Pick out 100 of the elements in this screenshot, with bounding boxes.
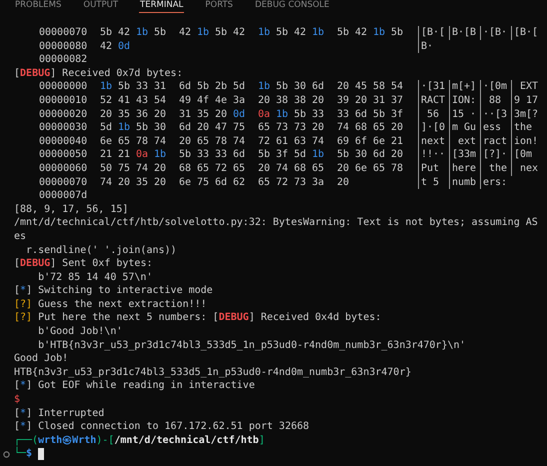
ascii-chunk: the [480, 162, 511, 176]
hex-byte: 6d [179, 121, 191, 135]
panel-tab[interactable]: PORTS [204, 0, 234, 13]
ascii-chunk: ion! [511, 134, 542, 148]
hex-byte: 5b [136, 121, 148, 135]
hex-byte: 38 [294, 94, 306, 108]
terminal-line: /mnt/d/technical/ctf/htb/solvelotto.py:32: BytesWarning: Text is not bytes; assuming AS [14, 216, 539, 230]
ascii-chunk: 9 17 [511, 94, 542, 108]
hex-byte: 1b [258, 80, 270, 94]
hex-offset: 00000050 [39, 148, 88, 162]
hex-byte: 20 [337, 80, 349, 94]
hex-byte: 54 [154, 94, 166, 108]
hex-byte: 33 [197, 148, 209, 162]
hex-byte: 5b [258, 148, 270, 162]
ascii-chunk: B· [418, 40, 449, 54]
hex-byte: 50 [100, 162, 112, 176]
hex-byte: 5b [276, 26, 288, 40]
terminal-line: ┌──(wrth㉿Wrth)-[/mnt/d/technical/ctf/htb] [14, 434, 266, 446]
hex-byte: 73 [294, 121, 306, 135]
hex-byte: 74 [100, 176, 112, 190]
hex-byte: 5b [118, 80, 130, 94]
hex-byte: 31 [373, 94, 385, 108]
hex-byte: 1b [373, 26, 385, 40]
terminal-line: b'HTB{n3v3r_u53_pr3d1c74bl3_533d5_1n_p53ud0-r4nd0m_numb3r_63n3r470r}\n' [37, 338, 467, 352]
circle-icon [3, 450, 10, 458]
hex-byte: 0d [233, 108, 245, 122]
ascii-chunk: B·[B [449, 26, 480, 40]
hex-byte: 72 [258, 134, 270, 148]
hex-byte: 0a [258, 108, 270, 122]
ascii-chunk: here [449, 162, 480, 176]
hex-byte: 69 [337, 134, 349, 148]
hex-byte: 41 [118, 94, 130, 108]
hex-offset: 00000070 [39, 26, 88, 40]
terminal-line: [DEBUG] Received 0x7d bytes: [14, 66, 184, 80]
hex-byte: 6d [373, 148, 385, 162]
ascii-chunk: [B·[ [511, 26, 542, 40]
hex-byte: 61 [276, 134, 288, 148]
hex-byte: 5b [373, 108, 385, 122]
hex-byte: 20 [179, 134, 191, 148]
hex-byte: 5b [100, 26, 112, 40]
hex-byte: 65 [312, 162, 324, 176]
panel-tab[interactable]: DEBUG CONSOLE [254, 0, 330, 13]
hex-byte: 1b [276, 108, 288, 122]
hex-offset: 00000070 [39, 176, 88, 190]
hex-byte: 5b [215, 26, 227, 40]
hex-byte: 65 [373, 162, 385, 176]
hex-byte: 5b [391, 26, 403, 40]
ascii-chunk: [33m [449, 148, 480, 162]
hex-byte: 20 [337, 176, 349, 190]
panel-tab[interactable]: PROBLEMS [14, 0, 62, 13]
hex-byte: 47 [215, 121, 227, 135]
terminal-line: [DEBUG] Sent 0xf bytes: [14, 257, 154, 271]
hex-byte: 52 [100, 94, 112, 108]
hex-byte: 6e [100, 134, 112, 148]
terminal-line: [?] Guess the next extraction!!! [14, 298, 208, 312]
hex-byte: 6d [233, 148, 245, 162]
hex-byte: 5d [100, 121, 112, 135]
terminal-line: [88, 9, 17, 56, 15] [14, 202, 130, 216]
hex-byte: 42 [233, 26, 245, 40]
terminal-line: HTB{n3v3r_u53_pr3d1c74bl3_533d5_1n_p53ud0-r4nd0m_numb3r_63n3r470r} [14, 366, 412, 380]
ascii-chunk: 88 [480, 94, 511, 108]
hex-byte: 33 [337, 108, 349, 122]
hex-byte: 78 [136, 134, 148, 148]
hex-byte: 39 [337, 94, 349, 108]
hex-byte: 35 [118, 108, 130, 122]
ascii-chunk: ess [480, 121, 511, 135]
hex-byte: 5b [154, 26, 166, 40]
hex-byte: 54 [391, 80, 403, 94]
terminal-line: b'72 85 14 40 57\n' [37, 270, 154, 284]
hex-byte: 6e [373, 134, 385, 148]
hex-byte: 72 [276, 176, 288, 190]
hex-byte: 36 [136, 108, 148, 122]
hex-byte: 68 [179, 162, 191, 176]
hex-byte: 30 [294, 80, 306, 94]
hex-byte: 78 [391, 162, 403, 176]
hex-byte: 33 [312, 108, 324, 122]
hex-byte: 20 [355, 94, 367, 108]
hex-byte: 21 [391, 134, 403, 148]
hex-byte: 20 [337, 162, 349, 176]
prompt-text: └─$ [14, 447, 32, 461]
panel-tab[interactable]: TERMINAL [139, 0, 184, 13]
hex-byte: 72 [215, 162, 227, 176]
ascii-chunk: ION: [449, 94, 480, 108]
hex-byte: 33 [215, 148, 227, 162]
hex-byte: 42 [179, 26, 191, 40]
ascii-chunk: ]·[0 [418, 121, 449, 135]
hex-byte: 6d [179, 80, 191, 94]
hex-byte: 45 [355, 80, 367, 94]
hex-byte: 1b [118, 121, 130, 135]
ascii-chunk: ·[31 [418, 80, 449, 94]
hex-offset: 00000020 [39, 108, 88, 122]
hex-byte: 20 [391, 121, 403, 135]
panel-tab[interactable]: OUTPUT [82, 0, 120, 13]
hex-byte: 43 [136, 94, 148, 108]
hex-byte: 5b [294, 108, 306, 122]
ascii-chunk: ers: [480, 176, 511, 190]
hex-byte: 20 [100, 108, 112, 122]
hex-byte: 20 [197, 121, 209, 135]
hex-byte: 6d [355, 108, 367, 122]
hex-byte: 1b [136, 26, 148, 40]
